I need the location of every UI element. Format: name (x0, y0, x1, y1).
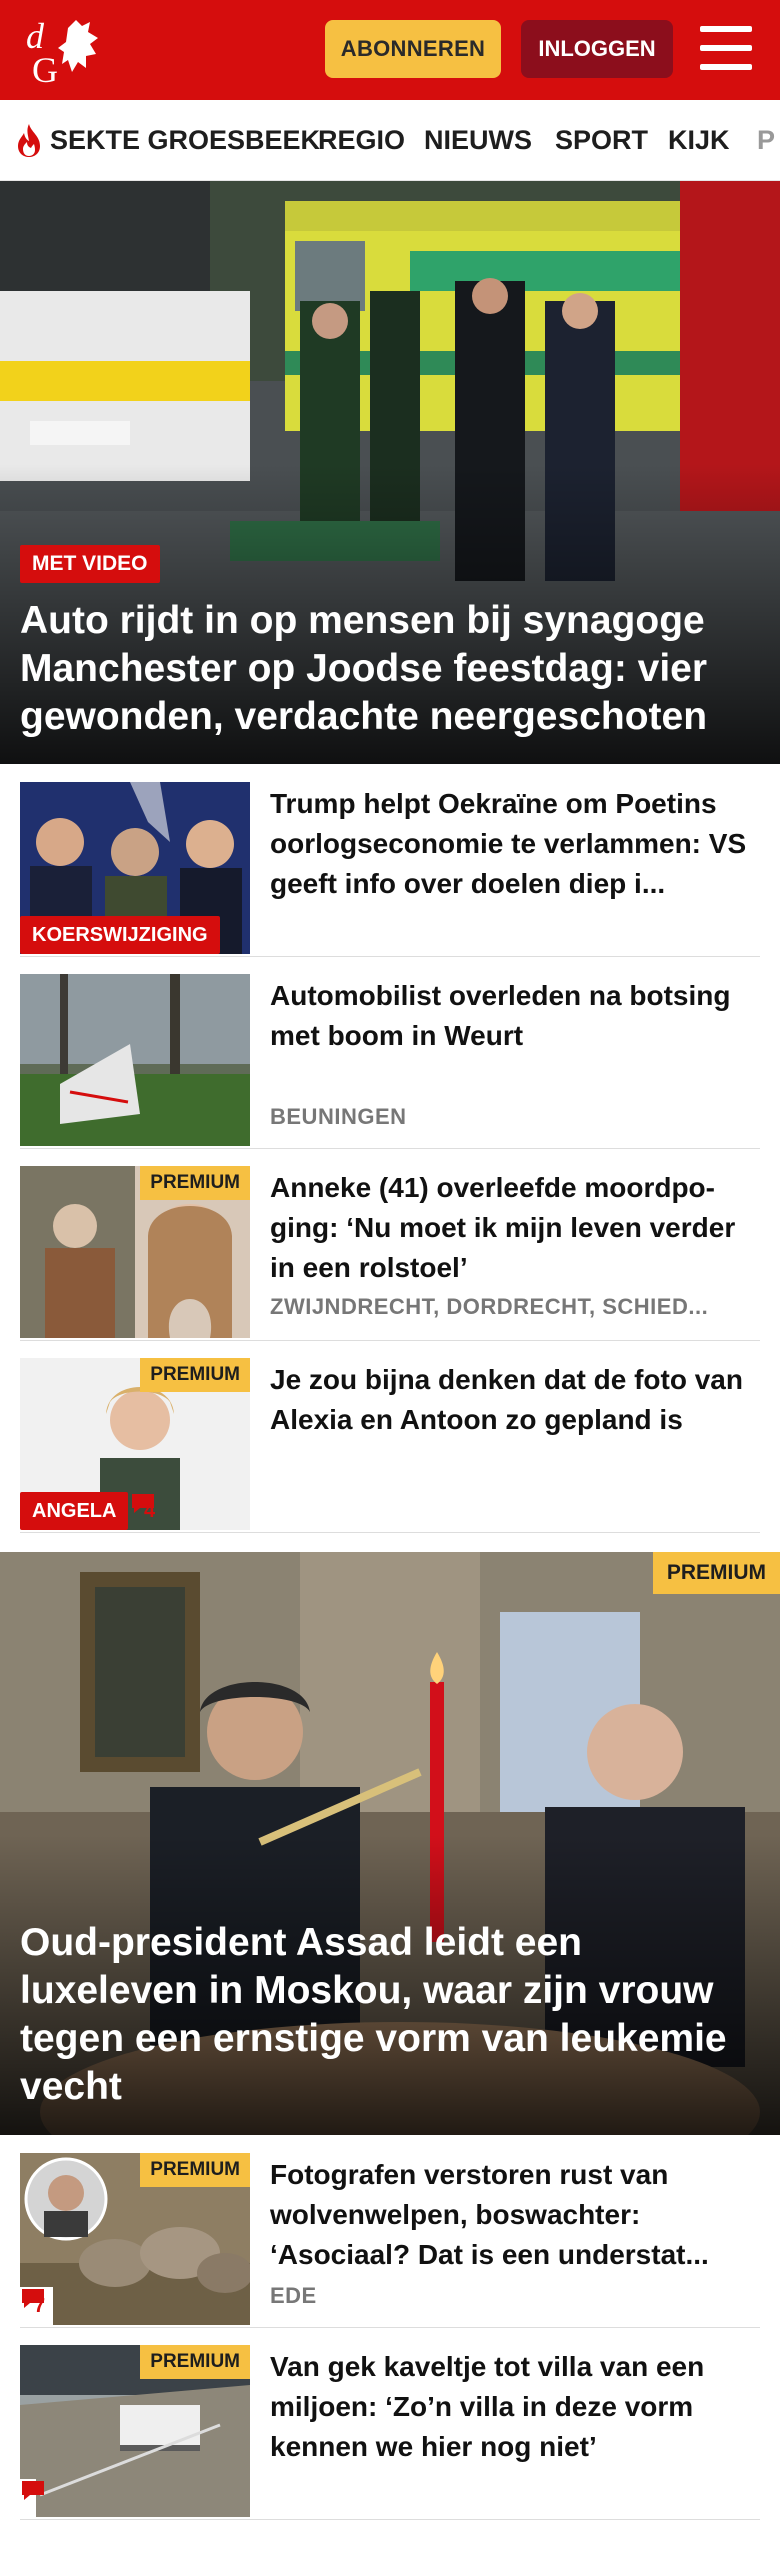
comment-icon (22, 2289, 44, 2308)
premium-badge: PREMIUM (140, 1166, 250, 1200)
comment-icon (22, 2481, 44, 2500)
article-thumb: PREMIUM (20, 2345, 250, 2517)
comment-icon (132, 1494, 154, 1513)
article-location: ZWIJNDRECHT, DORDRECHT, SCHIED... (270, 1294, 709, 1319)
article-villa-kaveltje[interactable]: PREMIUM Van gek kaveltje tot villa van e… (20, 2327, 760, 2520)
article-title: Je zou bijna denken dat de foto van Alex… (270, 1364, 743, 1435)
article-title: Automobilist overleden na botsing met bo… (270, 980, 731, 1051)
flame-icon (18, 124, 40, 157)
section-nav: SEKTE GROESBEEK REGIO NIEUWS SPORT KIJK … (0, 100, 780, 181)
article-thumb: KOERSWIJZIGING (20, 782, 250, 954)
nav-item-nieuws[interactable]: NIEUWS (424, 100, 532, 180)
article-alexia-antoon[interactable]: PREMIUM ANGELA 4 Je zou bijna denken dat… (20, 1340, 760, 1533)
nav-item-regio[interactable]: REGIO (318, 100, 405, 180)
svg-text:G: G (32, 50, 58, 86)
dg-logo[interactable]: d G (24, 14, 114, 86)
article-thumb: PREMIUM (20, 1166, 250, 1338)
comment-count[interactable]: 4 (130, 1492, 163, 1530)
article-title: Anneke (41) overleefde moordpo- ging: ‘N… (270, 1172, 736, 1283)
hero-title: Auto rijdt in op mensen bij synagoge Man… (20, 599, 708, 738)
comment-count[interactable]: 7 (20, 2287, 54, 2325)
menu-icon[interactable] (700, 26, 752, 70)
article-thumb: PREMIUM 7 (20, 2153, 250, 2325)
comment-count[interactable] (20, 2479, 44, 2517)
nav-item-more[interactable]: P (757, 100, 775, 180)
hero-article-assad[interactable]: PREMIUM Oud-president Assad leidt een lu… (0, 1552, 780, 2135)
premium-badge: PREMIUM (140, 2345, 250, 2379)
premium-badge: PREMIUM (652, 1552, 780, 1594)
article-thumb: PREMIUM ANGELA 4 (20, 1358, 250, 1530)
article-title: Fotografen verstoren rust van wolvenwelp… (270, 2159, 709, 2270)
hero-title: Oud-president Assad leidt een luxeleven … (20, 1921, 727, 2108)
article-wolvenwelpen[interactable]: PREMIUM 7 Fotografen verstoren rust van … (20, 2135, 760, 2328)
koerswijziging-label: KOERSWIJZIGING (20, 916, 220, 954)
subscribe-button[interactable]: ABONNEREN (325, 20, 501, 78)
article-automobilist-weurt[interactable]: Automobilist overleden na botsing met bo… (20, 956, 760, 1149)
article-title: Van gek kaveltje tot villa van een miljo… (270, 2351, 705, 2462)
premium-badge: PREMIUM (140, 2153, 250, 2187)
article-location: EDE (270, 2283, 317, 2308)
nav-item-sekte-groesbeek[interactable]: SEKTE GROESBEEK (50, 100, 320, 180)
premium-badge: PREMIUM (140, 1358, 250, 1392)
article-anneke[interactable]: PREMIUM Anneke (41) overleefde moordpo- … (20, 1148, 760, 1341)
article-title: Trump helpt Oekraïne om Poetins oorlogse… (270, 788, 747, 899)
video-label: MET VIDEO (20, 545, 160, 583)
top-bar: d G ABONNEREN INLOGGEN (0, 0, 780, 100)
angela-label: ANGELA (20, 1492, 129, 1530)
thumb-image-crash-tent (20, 974, 250, 1146)
nav-item-sport[interactable]: SPORT (555, 100, 648, 180)
article-trump-oekraine[interactable]: KOERSWIJZIGING Trump helpt Oekraïne om P… (20, 764, 760, 957)
login-button[interactable]: INLOGGEN (521, 20, 673, 78)
nav-item-kijk[interactable]: KIJK (668, 100, 730, 180)
article-thumb (20, 974, 250, 1146)
article-location: BEUNINGEN (270, 1104, 407, 1129)
hero-article-manchester[interactable]: MET VIDEO Auto rijdt in op mensen bij sy… (0, 181, 780, 764)
